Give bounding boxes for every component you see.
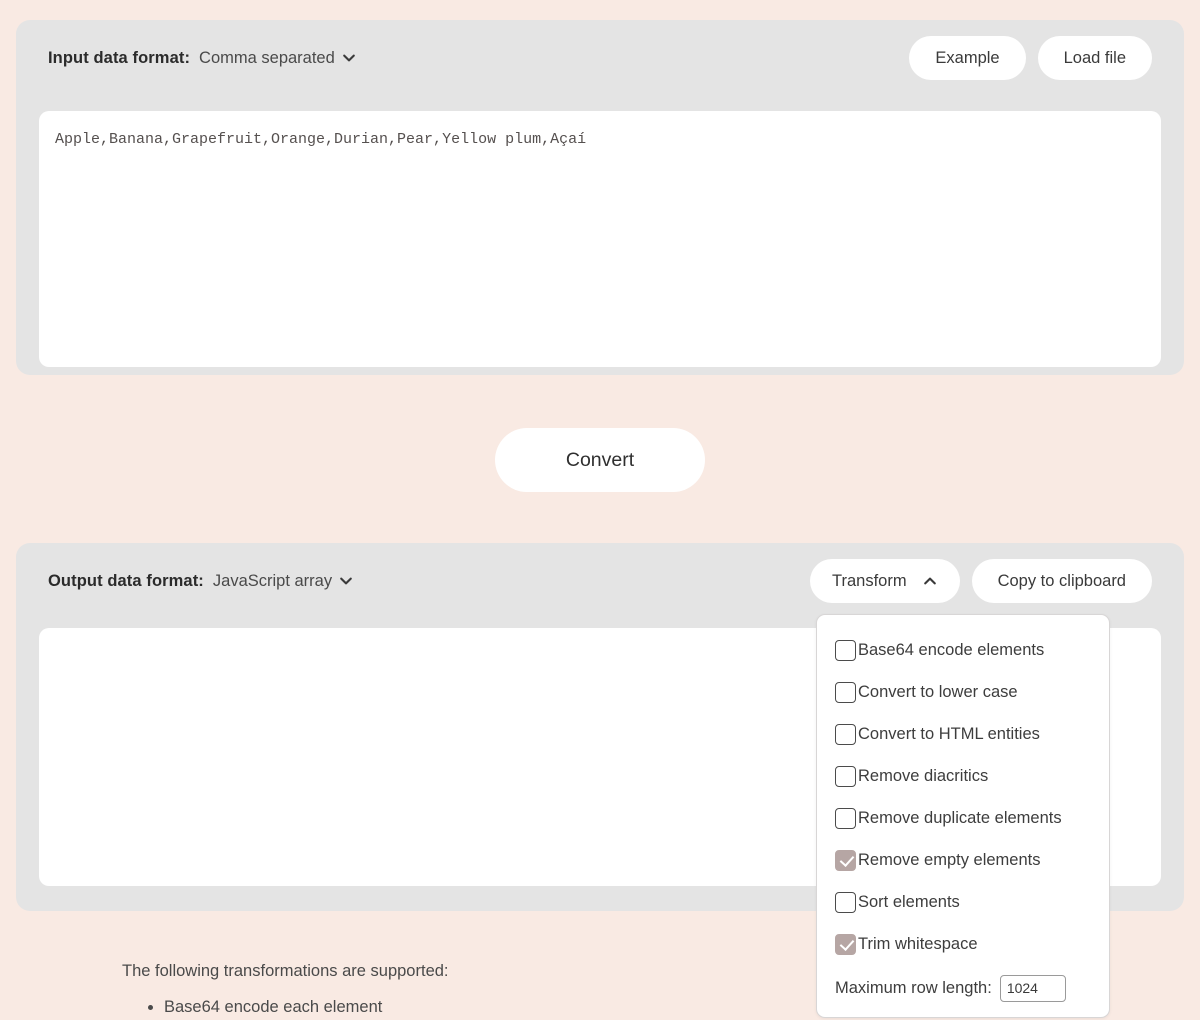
maximum-row-length-label: Maximum row length: xyxy=(835,978,992,997)
app-root: Input data format: Comma separated Examp… xyxy=(0,0,1200,1020)
checkbox-icon[interactable] xyxy=(835,807,856,829)
transform-option-label: Sort elements xyxy=(858,892,960,911)
convert-button[interactable]: Convert xyxy=(495,428,705,492)
transform-option-sort-elements[interactable]: Sort elements xyxy=(817,881,1109,923)
chevron-up-icon xyxy=(922,573,938,589)
input-panel-header: Input data format: Comma separated Examp… xyxy=(16,20,1184,96)
load-file-button[interactable]: Load file xyxy=(1037,36,1152,80)
maximum-row-length-row: Maximum row length: xyxy=(817,965,1109,1005)
checkbox-icon[interactable] xyxy=(835,891,856,913)
transform-option-remove-diacritics[interactable]: Remove diacritics xyxy=(817,755,1109,797)
transform-option-convert-to-lower-case[interactable]: Convert to lower case xyxy=(817,671,1109,713)
checkbox-icon[interactable] xyxy=(835,765,856,787)
maximum-row-length-input[interactable] xyxy=(999,974,1066,1002)
output-format-label: Output data format: xyxy=(48,571,204,590)
transform-option-base64-encode-elements[interactable]: Base64 encode elements xyxy=(817,629,1109,671)
checkbox-checked-icon[interactable] xyxy=(835,933,856,955)
example-button[interactable]: Example xyxy=(909,36,1026,80)
transform-button-label: Transform xyxy=(832,571,907,590)
transform-option-label: Remove duplicate elements xyxy=(858,808,1062,827)
checkbox-icon[interactable] xyxy=(835,681,856,703)
checkbox-icon[interactable] xyxy=(835,723,856,745)
transform-option-trim-whitespace[interactable]: Trim whitespace xyxy=(817,923,1109,965)
checkbox-icon[interactable] xyxy=(835,639,856,661)
input-textarea[interactable] xyxy=(39,111,1161,367)
transform-option-label: Convert to lower case xyxy=(858,682,1018,701)
input-format-label: Input data format: xyxy=(48,48,191,67)
input-panel-actions: Example Load file xyxy=(909,36,1152,80)
chevron-down-icon xyxy=(338,573,354,589)
transform-option-label: Base64 encode elements xyxy=(858,640,1045,659)
transform-option-label: Convert to HTML entities xyxy=(858,724,1040,743)
output-format-value: JavaScript array xyxy=(212,571,333,590)
chevron-down-icon xyxy=(341,50,357,66)
checkbox-checked-icon[interactable] xyxy=(835,849,856,871)
transform-option-convert-to-html-entities[interactable]: Convert to HTML entities xyxy=(817,713,1109,755)
input-panel: Input data format: Comma separated Examp… xyxy=(16,20,1184,375)
transform-option-remove-duplicate-elements[interactable]: Remove duplicate elements xyxy=(817,797,1109,839)
input-format-select[interactable]: Comma separated xyxy=(190,49,357,68)
copy-to-clipboard-button[interactable]: Copy to clipboard xyxy=(971,559,1152,603)
convert-row: Convert xyxy=(0,428,1200,492)
transform-option-label: Trim whitespace xyxy=(858,934,978,953)
input-format-value: Comma separated xyxy=(199,48,335,67)
transform-option-label: Remove diacritics xyxy=(858,766,989,785)
transform-option-remove-empty-elements[interactable]: Remove empty elements xyxy=(817,839,1109,881)
transform-option-label: Remove empty elements xyxy=(858,850,1041,869)
transform-button[interactable]: Transform xyxy=(810,559,960,603)
transform-dropdown-menu: Base64 encode elements Convert to lower … xyxy=(816,614,1110,1018)
output-panel-header: Output data format: JavaScript array Tra… xyxy=(16,543,1184,619)
output-panel-actions: Transform Copy to clipboard xyxy=(810,559,1152,603)
output-format-select[interactable]: JavaScript array xyxy=(204,572,354,591)
